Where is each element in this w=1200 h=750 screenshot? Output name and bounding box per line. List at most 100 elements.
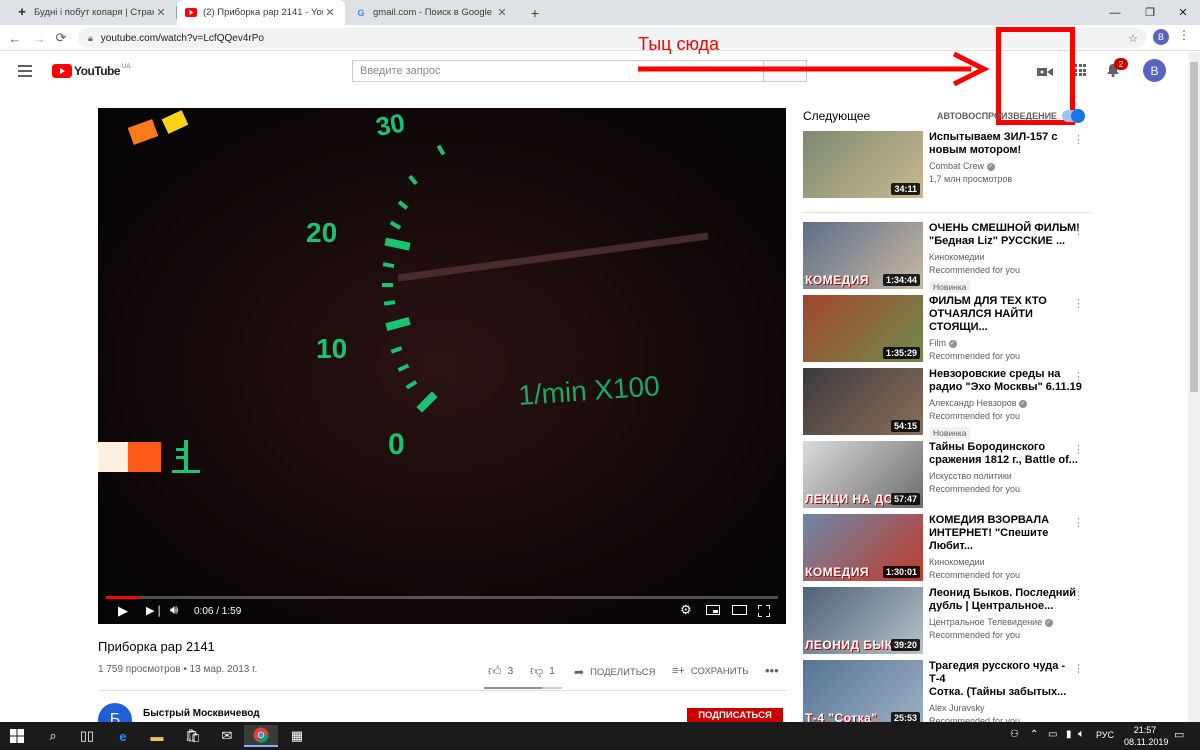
channel-line[interactable]: Combat Crew ✓ — [929, 160, 1084, 173]
video-title-line-1[interactable]: Испытываем ЗИЛ-157 с — [929, 131, 1084, 144]
video-thumbnail[interactable]: 54:15 — [803, 368, 923, 435]
save-button[interactable]: ≡+ СОХРАНИТЬ — [672, 665, 749, 677]
subscribe-button[interactable]: ПОДПИСАТЬСЯ — [687, 708, 783, 722]
apps-grid-icon[interactable] — [1074, 64, 1086, 76]
up-next-item[interactable]: ЛЕОНИД БЫКОВ 39:20 Леонид Быков. Последн… — [803, 587, 1093, 657]
video-thumbnail[interactable]: 34:11 — [803, 131, 923, 198]
video-title-line-1[interactable]: КОМЕДИЯ ВЗОРВАЛА — [929, 514, 1084, 527]
item-menu-icon[interactable]: ⋮ — [1073, 224, 1084, 237]
video-title-line-2[interactable]: ИНТЕРНЕТ! "Спешите Любит... — [929, 527, 1084, 553]
back-icon[interactable]: ← — [6, 29, 24, 47]
up-next-item[interactable]: КОМЕДИЯ 1:30:01 КОМЕДИЯ ВЗОРВАЛА ИНТЕРНЕ… — [803, 514, 1093, 584]
autoplay-toggle[interactable] — [1062, 109, 1085, 123]
scrollbar-thumb[interactable] — [1190, 62, 1198, 392]
item-menu-icon[interactable]: ⋮ — [1073, 662, 1084, 675]
video-player[interactable]: 30 20 10 0 1/min X100 ▶ ▶❘ 🔊︎ 0:06 / 1:5… — [98, 108, 786, 624]
video-title-line-2[interactable]: Сотка. (Тайны забытых... — [929, 686, 1084, 699]
store-icon[interactable]: 🛍︎ — [176, 725, 210, 747]
restore-icon[interactable]: ❐ — [1133, 0, 1167, 25]
video-thumbnail[interactable]: Т-4 "Сотка" 25:53 — [803, 660, 923, 727]
dislike-button[interactable]: 👎︎ 1 — [530, 663, 555, 679]
channel-line[interactable]: Кинокомедии — [929, 251, 1084, 264]
tab-1-close-icon[interactable]: ✕ — [154, 6, 168, 19]
windows-start-icon[interactable] — [0, 725, 34, 747]
video-title-line-1[interactable]: ОЧЕНЬ СМЕШНОЙ ФИЛЬМ! — [929, 222, 1084, 235]
item-menu-icon[interactable]: ⋮ — [1073, 133, 1084, 146]
settings-gear-icon[interactable]: ⚙ — [680, 602, 692, 618]
progress-bar[interactable] — [106, 596, 778, 599]
channel-name[interactable]: Быстрый Москвичевод — [143, 708, 260, 719]
item-menu-icon[interactable]: ⋮ — [1073, 589, 1084, 602]
hamburger-menu-icon[interactable] — [18, 65, 32, 77]
channel-line[interactable]: Alex Juravsky — [929, 702, 1084, 715]
tab-1[interactable]: ✚ Будні і побут копаря | Страниц ✕ — [8, 0, 176, 25]
play-icon[interactable]: ▶ — [118, 603, 128, 619]
minimize-icon[interactable]: — — [1098, 0, 1132, 25]
browser-menu-icon[interactable]: ⋮ — [1178, 28, 1190, 42]
video-title-line-1[interactable]: Тайны Бородинского — [929, 441, 1084, 454]
chrome-taskbar-icon[interactable] — [244, 725, 278, 747]
video-title-line-2[interactable]: дубль | Центральное... — [929, 600, 1084, 613]
video-thumbnail[interactable]: КОМЕДИЯ 1:34:44 — [803, 222, 923, 289]
page-scrollbar[interactable] — [1188, 52, 1200, 722]
video-thumbnail[interactable]: КОМЕДИЯ 1:30:01 — [803, 514, 923, 581]
tray-chevron-icon[interactable]: ⌃ — [1030, 729, 1038, 740]
share-button[interactable]: ➦ ПОДЕЛИТЬСЯ — [574, 665, 655, 679]
video-title-line-2[interactable]: ОТЧАЯЛСЯ НАЙТИ СТОЯЩИ... — [929, 308, 1084, 334]
channel-line[interactable]: Кинокомедии — [929, 556, 1084, 569]
speaker-icon[interactable]: 🔈︎ — [1078, 728, 1085, 741]
video-title-line-2[interactable]: сражения 1812 г., Battle of... — [929, 454, 1084, 467]
up-next-item[interactable]: 34:11 Испытываем ЗИЛ-157 с новым мотором… — [803, 131, 1093, 201]
tab-3[interactable]: G gmail.com - Поиск в Google ✕ — [347, 0, 517, 25]
network-icon[interactable]: ▭ — [1048, 729, 1057, 740]
video-title-line-2[interactable]: радио "Эхо Москвы" 6.11.19 — [929, 381, 1084, 394]
people-icon[interactable]: ⚇ — [1010, 729, 1019, 740]
channel-line[interactable]: Искусство политики — [929, 470, 1084, 483]
next-icon[interactable]: ▶❘ — [146, 604, 164, 617]
item-menu-icon[interactable]: ⋮ — [1073, 370, 1084, 383]
edge-browser-icon[interactable]: e — [106, 725, 140, 747]
miniplayer-icon[interactable] — [706, 605, 720, 615]
calculator-icon[interactable]: ▦ — [280, 725, 314, 747]
tab-3-close-icon[interactable]: ✕ — [495, 6, 509, 19]
video-title-line-2[interactable]: "Бедная Liz" РУССКИЕ ... — [929, 235, 1084, 248]
video-title-line-1[interactable]: Невзоровские среды на — [929, 368, 1084, 381]
item-menu-icon[interactable]: ⋮ — [1073, 516, 1084, 529]
notification-center-icon[interactable]: ▭ — [1174, 728, 1184, 741]
item-menu-icon[interactable]: ⋮ — [1073, 297, 1084, 310]
video-title-line-1[interactable]: ФИЛЬМ ДЛЯ ТЕХ КТО — [929, 295, 1084, 308]
taskbar-search-icon[interactable]: ⌕ — [36, 725, 70, 747]
video-thumbnail[interactable]: ЛЕОНИД БЫКОВ 39:20 — [803, 587, 923, 654]
up-next-item[interactable]: Т-4 "Сотка" 25:53 Трагедия русского чуда… — [803, 660, 1093, 730]
new-tab-button[interactable]: + — [522, 0, 548, 25]
up-next-item[interactable]: КОМЕДИЯ 1:34:44 ОЧЕНЬ СМЕШНОЙ ФИЛЬМ! "Бе… — [803, 222, 1093, 293]
volume-icon[interactable]: 🔊︎ — [170, 602, 178, 618]
fullscreen-icon[interactable] — [757, 604, 771, 618]
like-button[interactable]: 👍︎ 3 — [488, 663, 513, 679]
more-actions-icon[interactable]: ••• — [765, 663, 779, 678]
mail-icon[interactable]: ✉ — [210, 725, 244, 747]
up-next-item[interactable]: ЛЕКЦИ НА ДО 57:47 Тайны Бородинского сра… — [803, 441, 1093, 511]
youtube-logo[interactable]: YouTube UA — [52, 64, 130, 78]
video-thumbnail[interactable]: 1:35:29 — [803, 295, 923, 362]
video-title-line-1[interactable]: Трагедия русского чуда - Т-4 — [929, 660, 1084, 686]
bookmark-star-icon[interactable]: ☆ — [1128, 32, 1138, 45]
taskbar-clock[interactable]: 21:57 08.11.2019 — [1124, 724, 1168, 748]
item-menu-icon[interactable]: ⋮ — [1073, 443, 1084, 456]
up-next-item[interactable]: 1:35:29 ФИЛЬМ ДЛЯ ТЕХ КТО ОТЧАЯЛСЯ НАЙТИ… — [803, 295, 1093, 365]
channel-line[interactable]: Film ✓ — [929, 337, 1084, 350]
file-explorer-icon[interactable]: ▬ — [140, 725, 174, 747]
account-avatar[interactable]: B — [1143, 59, 1166, 82]
channel-line[interactable]: Александр Невзоров ✓ — [929, 397, 1084, 410]
up-next-item[interactable]: 54:15 Невзоровские среды на радио "Эхо М… — [803, 368, 1093, 439]
video-thumbnail[interactable]: ЛЕКЦИ НА ДО 57:47 — [803, 441, 923, 508]
battery-icon[interactable]: ▮ — [1066, 729, 1072, 740]
tab-2-active[interactable]: (2) Приборка рар 2141 - YouTube ✕ — [177, 0, 345, 25]
channel-line[interactable]: Центральное Телевидение ✓ — [929, 616, 1084, 629]
reload-icon[interactable]: ⟳ — [52, 29, 70, 47]
close-window-icon[interactable]: ✕ — [1166, 0, 1200, 25]
video-title-line-2[interactable]: новым мотором! — [929, 144, 1084, 157]
video-title-line-1[interactable]: Леонид Быков. Последний — [929, 587, 1084, 600]
address-bar[interactable]: 🔒︎ youtube.com/watch?v=LcfQQev4rPo ☆ — [78, 28, 1146, 48]
forward-icon[interactable]: → — [30, 29, 48, 47]
